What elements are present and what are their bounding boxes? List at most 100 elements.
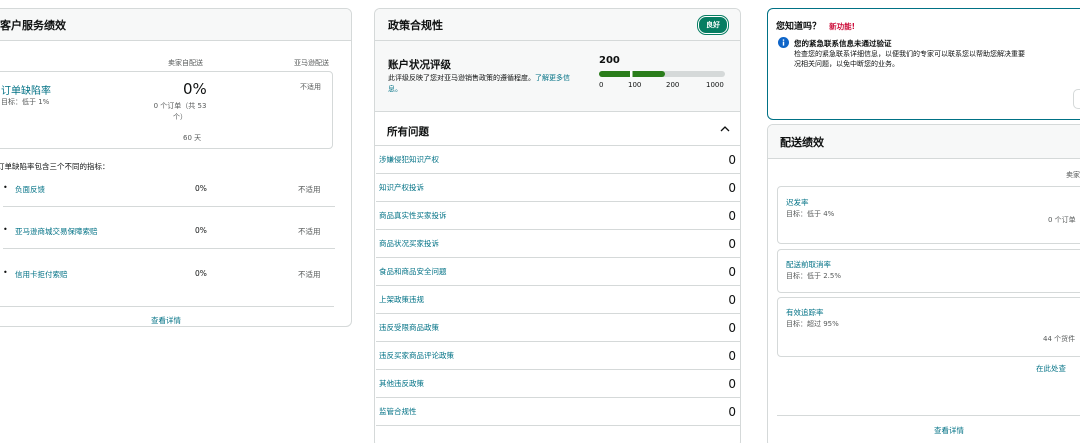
metric-value: 0% [195, 269, 207, 278]
odr-sub: 0 个订单（共 53 个） [153, 102, 207, 121]
issue-link[interactable]: 商品状况买家投诉 [379, 238, 439, 249]
issue-row: 涉嫌侵犯知识产权 0 [376, 146, 740, 174]
ahr-tick-200: 200 [666, 81, 680, 89]
negative-feedback-link[interactable]: 负面反馈 [15, 184, 45, 195]
cancel-rate-link[interactable]: 配送前取消率 [786, 259, 831, 270]
col-seller: 卖家 [1066, 171, 1080, 179]
metric-amazon-value: 不适用 [298, 227, 321, 236]
metric-amazon-value: 不适用 [298, 185, 321, 194]
ahr-title: 账户状况评级 [388, 59, 451, 71]
cancel-rate-box: 配送前取消率 目标：低于 2.5% [777, 249, 1080, 293]
issue-count: 0 [728, 292, 736, 307]
issue-link[interactable]: 上架政策违规 [379, 294, 424, 305]
odr-target: 目标：低于 1% [1, 98, 50, 106]
issue-row: 违反受限商品政策 0 [376, 314, 740, 342]
late-shipment-target: 目标：低于 4% [786, 210, 835, 218]
issue-count: 0 [728, 236, 736, 251]
metric-row: • 负面反馈 0% 不适用 [3, 175, 335, 207]
valid-tracking-sub: 44 个货件（ [1043, 335, 1080, 343]
issue-row: 商品状况买家投诉 0 [376, 230, 740, 258]
customer-service-header: 客户服务绩效 [0, 9, 351, 41]
issue-count: 0 [728, 264, 736, 279]
metric-row: • 信用卡拒付索赔 0% 不适用 [3, 268, 321, 280]
shipping-performance-card: 配送绩效 卖家 迟发率 目标：低于 4% 0 个订单（ 配送前取消率 目标：低于… [767, 124, 1080, 443]
issue-count: 0 [728, 152, 736, 167]
chargeback-claims-link[interactable]: 信用卡拒付索赔 [15, 269, 68, 280]
shipping-title: 配送绩效 [780, 135, 824, 149]
did-you-know-card: 您知道吗？ 新功能! 您的紧急联系信息未通过验证 检查您的紧急联系详细信息，以便… [767, 8, 1080, 120]
valid-tracking-target: 目标：超过 95% [786, 320, 839, 328]
issue-link[interactable]: 知识产权投诉 [379, 182, 424, 193]
ahr-bar-track [599, 71, 725, 77]
ahr-bar-fill [599, 71, 665, 77]
valid-tracking-box: 有效追踪率 目标：超过 95% 44 个货件（ [777, 297, 1080, 357]
status-badge: 良好 [697, 14, 729, 35]
policy-compliance-card: 政策合规性 良好 账户状况评级 此评级反映了您对亚马逊销售政策的遵循程度。了解更… [374, 8, 741, 443]
ahr-desc-text: 此评级反映了您对亚马逊销售政策的遵循程度。 [388, 74, 535, 82]
late-shipment-box: 迟发率 目标：低于 4% 0 个订单（ [777, 186, 1080, 244]
ahr-tick-1000: 1000 [706, 81, 724, 89]
col-seller-fulfilled: 卖家自配送 [168, 59, 203, 67]
odr-value: 0% [183, 80, 207, 98]
notice-line-2: 况相关问题，以免中断您的业务。 [794, 60, 899, 68]
cs-view-details-link[interactable]: 查看详情 [151, 315, 181, 326]
divider [0, 306, 334, 307]
issue-link[interactable]: 违反买家商品评论政策 [379, 350, 454, 361]
policy-header: 政策合规性 良好 [375, 9, 740, 41]
policy-title: 政策合规性 [388, 18, 443, 32]
metric-value: 0% [195, 184, 207, 193]
notice-action-button[interactable] [1073, 89, 1080, 109]
ahr-tick-0: 0 [599, 81, 604, 89]
issue-link[interactable]: 违反受限商品政策 [379, 322, 439, 333]
late-shipment-link[interactable]: 迟发率 [786, 197, 809, 208]
ahr-description: 此评级反映了您对亚马逊销售政策的遵循程度。了解更多信息。 [388, 73, 583, 95]
new-feature-label: 新功能! [829, 22, 856, 31]
odr-amazon-value: 不适用 [300, 83, 321, 91]
metric-value: 0% [195, 226, 207, 235]
col-amazon-fulfilled: 亚马逊配送 [294, 59, 329, 67]
metrics-intro: 订单缺陷率包含三个不同的指标： [0, 162, 110, 171]
issue-count: 0 [728, 348, 736, 363]
metric-amazon-value: 不适用 [298, 270, 321, 279]
cancel-rate-target: 目标：低于 2.5% [786, 272, 842, 280]
issue-link[interactable]: 商品真实性买家投诉 [379, 210, 447, 221]
issue-count: 0 [728, 208, 736, 223]
notice-line-1: 检查您的紧急联系详细信息，以便我们的专家可以联系您以帮助您解决重要 [794, 50, 1025, 58]
all-issues-header[interactable]: 所有问题 [375, 112, 740, 146]
issue-count: 0 [728, 404, 736, 419]
customer-service-card: 客户服务绩效 卖家自配送 亚马逊配送 订单缺陷率 目标：低于 1% 0% 0 个… [0, 8, 352, 327]
valid-tracking-link[interactable]: 有效追踪率 [786, 307, 824, 318]
issue-count: 0 [728, 320, 736, 335]
issue-link[interactable]: 涉嫌侵犯知识产权 [379, 154, 439, 165]
issue-row: 其他违反政策 0 [376, 370, 740, 398]
ahr-tick-100: 100 [628, 81, 642, 89]
ahr-score: 200 [599, 55, 620, 66]
odr-box: 订单缺陷率 目标：低于 1% 0% 0 个订单（共 53 个） 60 天 不适用 [0, 71, 333, 149]
issue-row: 违反买家商品评论政策 0 [376, 342, 740, 370]
notice-title: 您知道吗？ [776, 22, 822, 32]
account-health-section: 账户状况评级 此评级反映了您对亚马逊销售政策的遵循程度。了解更多信息。 200 … [375, 41, 740, 112]
all-issues-title: 所有问题 [387, 126, 429, 138]
info-icon [778, 37, 789, 48]
shipping-header: 配送绩效 [768, 125, 1080, 159]
late-shipment-sub: 0 个订单（ [1048, 216, 1080, 224]
view-here-link[interactable]: 在此处查 [1036, 363, 1066, 374]
issue-row: 上架政策违规 0 [376, 286, 740, 314]
customer-service-title: 客户服务绩效 [0, 18, 66, 32]
issue-row: 食品和商品安全问题 0 [376, 258, 740, 286]
odr-period: 60 天 [183, 134, 202, 142]
issue-link[interactable]: 监管合规性 [379, 406, 417, 417]
a-to-z-claims-link[interactable]: 亚马逊商城交易保障索赔 [15, 226, 98, 237]
shipping-view-details-link[interactable]: 查看详情 [934, 425, 964, 436]
issue-link[interactable]: 食品和商品安全问题 [379, 266, 447, 277]
notice-heading: 您的紧急联系信息未通过验证 [794, 39, 892, 48]
divider [777, 415, 1080, 416]
odr-link[interactable]: 订单缺陷率 [1, 82, 51, 97]
notice-title-row: 您知道吗？ 新功能! [776, 19, 855, 32]
issue-count: 0 [728, 376, 736, 391]
metric-row: • 亚马逊商城交易保障索赔 0% 不适用 [3, 207, 335, 249]
issue-count: 0 [728, 180, 736, 195]
chevron-up-icon[interactable] [720, 125, 730, 132]
issue-row: 知识产权投诉 0 [376, 174, 740, 202]
issue-link[interactable]: 其他违反政策 [379, 378, 424, 389]
